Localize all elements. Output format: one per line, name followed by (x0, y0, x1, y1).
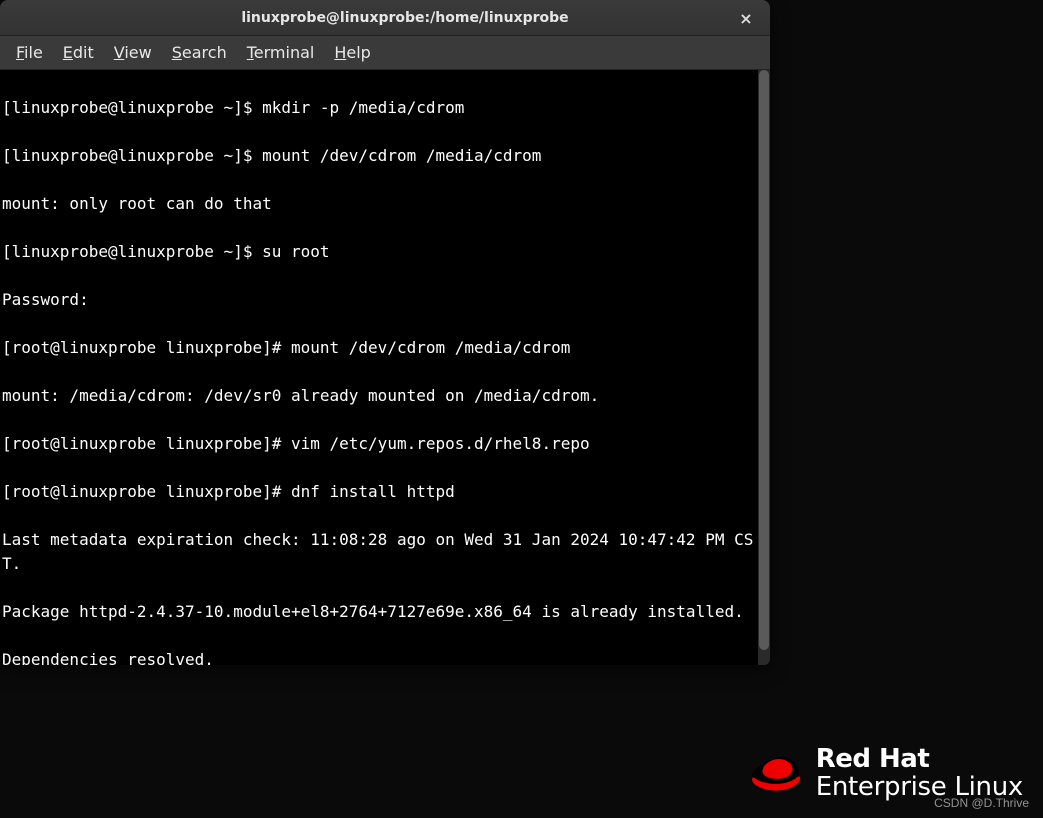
window-title: linuxprobe@linuxprobe:/home/linuxprobe (201, 10, 568, 26)
terminal-line: Dependencies resolved. (2, 648, 766, 665)
watermark: CSDN @D.Thrive (934, 796, 1029, 810)
close-button[interactable]: × (732, 0, 760, 36)
terminal-line: Password: (2, 288, 766, 312)
menu-search[interactable]: Search (162, 39, 237, 66)
terminal-line: Last metadata expiration check: 11:08:28… (2, 528, 766, 576)
redhat-logo: Red Hat Enterprise Linux (750, 746, 1023, 800)
menu-view[interactable]: View (104, 39, 162, 66)
scrollbar[interactable] (758, 70, 770, 665)
terminal-line: [linuxprobe@linuxprobe ~]$ su root (2, 240, 766, 264)
terminal-line: [linuxprobe@linuxprobe ~]$ mkdir -p /med… (2, 96, 766, 120)
menubar: File Edit View Search Terminal Help (0, 36, 770, 70)
terminal-window: linuxprobe@linuxprobe:/home/linuxprobe ×… (0, 0, 770, 665)
terminal-line: [root@linuxprobe linuxprobe]# dnf instal… (2, 480, 766, 504)
terminal-line: Package httpd-2.4.37-10.module+el8+2764+… (2, 600, 766, 624)
terminal-line: [root@linuxprobe linuxprobe]# vim /etc/y… (2, 432, 766, 456)
redhat-hat-icon (750, 748, 806, 798)
terminal-body[interactable]: [linuxprobe@linuxprobe ~]$ mkdir -p /med… (0, 70, 770, 665)
menu-help[interactable]: Help (324, 39, 380, 66)
scrollbar-thumb[interactable] (759, 70, 769, 650)
menu-terminal[interactable]: Terminal (237, 39, 325, 66)
menu-edit[interactable]: Edit (53, 39, 104, 66)
terminal-line: [root@linuxprobe linuxprobe]# mount /dev… (2, 336, 766, 360)
redhat-line1: Red Hat (816, 746, 1023, 772)
titlebar[interactable]: linuxprobe@linuxprobe:/home/linuxprobe × (0, 0, 770, 36)
menu-file[interactable]: File (6, 39, 53, 66)
terminal-line: mount: /media/cdrom: /dev/sr0 already mo… (2, 384, 766, 408)
redhat-text: Red Hat Enterprise Linux (816, 746, 1023, 800)
terminal-line: mount: only root can do that (2, 192, 766, 216)
terminal-line: [linuxprobe@linuxprobe ~]$ mount /dev/cd… (2, 144, 766, 168)
